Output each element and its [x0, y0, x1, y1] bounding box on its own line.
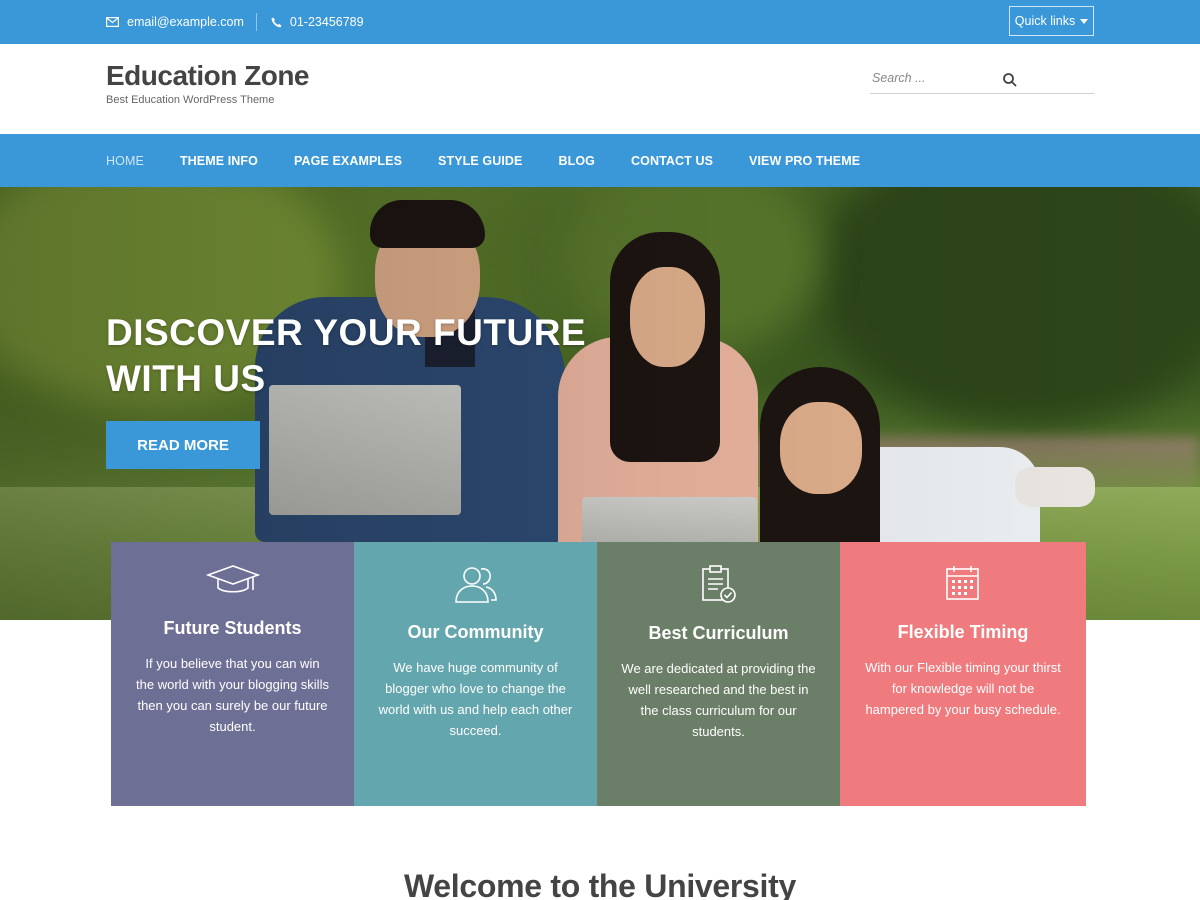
graduation-cap-icon	[205, 565, 260, 593]
feature-text: If you believe that you can win the worl…	[136, 656, 329, 734]
nav-item-view-pro-theme[interactable]: VIEW PRO THEME	[749, 154, 860, 168]
hero-heading-line-1: DISCOVER YOUR FUTURE	[106, 312, 587, 353]
feature-text: With our Flexible timing your thirst for…	[865, 660, 1061, 717]
nav-item-contact-us[interactable]: CONTACT US	[631, 154, 713, 168]
nav-item-style-guide[interactable]: STYLE GUIDE	[438, 154, 522, 168]
hero-heading-line-2: WITH US	[106, 358, 266, 399]
feature-title: Flexible Timing	[897, 622, 1029, 642]
email-text[interactable]: email@example.com	[127, 15, 244, 29]
magnifier-icon[interactable]	[1002, 72, 1018, 88]
top-bar: email@example.com 01-23456789 Quick link…	[0, 0, 1200, 44]
contact-divider	[255, 13, 257, 31]
read-more-button[interactable]: READ MORE	[106, 421, 260, 469]
nav-item-page-examples[interactable]: PAGE EXAMPLES	[294, 154, 402, 168]
feature-box-future-students[interactable]: Future Students If you believe that you …	[111, 542, 354, 806]
hero-heading: DISCOVER YOUR FUTURE WITH US	[106, 310, 626, 402]
feature-title: Our Community	[407, 622, 544, 642]
quick-links-dropdown[interactable]: Quick links	[1009, 6, 1094, 36]
quick-links-label: Quick links	[1014, 14, 1076, 28]
nav-item-theme-info[interactable]: THEME INFO	[180, 154, 258, 168]
site-title[interactable]: Education Zone	[106, 60, 310, 92]
feature-title: Future Students	[163, 618, 302, 638]
feature-box-best-curriculum[interactable]: Best Curriculum We are dedicated at prov…	[597, 542, 840, 806]
feature-boxes: Future Students If you believe that you …	[111, 542, 1086, 806]
feature-box-our-community[interactable]: Our Community We have huge community of …	[354, 542, 597, 806]
nav-item-home[interactable]: HOME	[106, 154, 144, 168]
contact-info: email@example.com 01-23456789	[106, 0, 364, 44]
calendar-icon	[946, 566, 979, 600]
feature-title: Best Curriculum	[648, 623, 789, 643]
feature-text: We have huge community of blogger who lo…	[378, 660, 573, 738]
site-tagline: Best Education WordPress Theme	[106, 94, 275, 106]
search-form	[870, 64, 1094, 94]
main-navigation: HOME THEME INFO PAGE EXAMPLES STYLE GUID…	[0, 134, 1200, 187]
users-icon	[454, 567, 497, 603]
clipboard-check-icon	[701, 565, 736, 603]
phone-text[interactable]: 01-23456789	[290, 15, 364, 29]
search-input[interactable]	[872, 66, 1062, 90]
phone-icon	[271, 17, 282, 27]
feature-box-flexible-timing[interactable]: Flexible Timing With our Flexible timing…	[840, 542, 1086, 806]
caret-down-icon	[1080, 18, 1089, 24]
phone-contact[interactable]: 01-23456789	[271, 15, 364, 29]
nav-item-blog[interactable]: BLOG	[559, 154, 596, 168]
feature-text: We are dedicated at providing the well r…	[621, 661, 816, 739]
email-contact[interactable]: email@example.com	[106, 15, 244, 29]
envelope-icon	[106, 17, 119, 27]
welcome-heading: Welcome to the University	[403, 868, 797, 900]
